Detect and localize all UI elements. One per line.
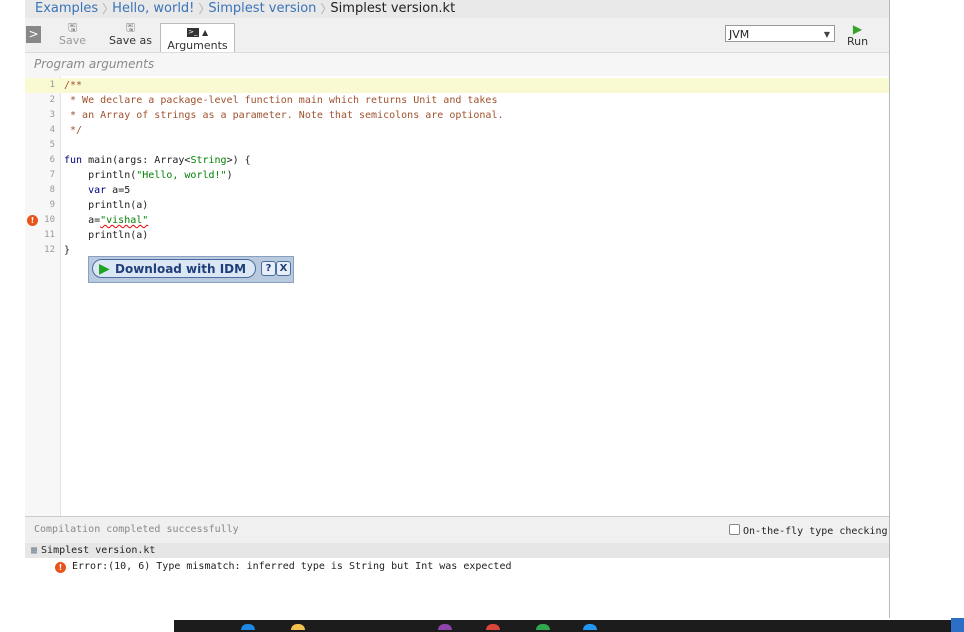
error-message: Error:(10, 6) Type mismatch: inferred ty… [72,561,512,572]
problems-file-name: Simplest version.kt [41,545,156,556]
code-text: println(a) [64,200,149,211]
idm-download-label: Download with IDM [115,262,247,276]
arguments-label: Arguments [167,39,228,52]
save-as-button[interactable]: 🖫 Save as [109,21,152,48]
code-line[interactable]: 9 println(a) [25,198,889,213]
floppy-plus-icon: 🖫 [125,21,136,34]
program-arguments-panel: Program arguments [25,52,889,77]
folder-icon[interactable] [291,624,305,630]
breadcrumb-simplest-version[interactable]: Simplest version [198,0,332,18]
code-line[interactable]: 7 println("Hello, world!") [25,168,889,183]
code-line[interactable]: 3 * an Array of strings as a parameter. … [25,108,889,123]
taskbar-app-icon[interactable] [241,624,255,630]
taskbar [0,618,964,632]
checkbox-icon[interactable] [729,524,740,535]
run-label: Run [847,35,869,48]
compilation-status: Compilation completed successfully [34,524,239,535]
taskbar-app-icon[interactable] [536,624,550,630]
play-icon: ▶ [852,22,863,36]
error-icon: ! [55,562,66,573]
code-text: * We declare a package-level function ma… [64,95,498,106]
platform-select[interactable]: JVM ▼ [725,25,835,42]
toolbar: > 🖫 Save 🖫 Save as >_ ▲ Arguments JVM ▼ … [25,18,889,53]
save-label: Save [59,34,87,47]
error-icon: ! [27,215,38,226]
platform-value: JVM [729,28,750,41]
code-line[interactable]: 11 println(a) [25,228,889,243]
code-line[interactable]: 6 fun main(args: Array<String>) { [25,153,889,168]
on-the-fly-checkbox[interactable]: On-the-fly type checking [729,524,888,537]
line-number: 6 [49,155,55,165]
on-the-fly-label: On-the-fly type checking [743,526,888,537]
taskbar-accent [951,618,964,632]
code-text: var a=5 [88,185,131,196]
save-as-label: Save as [109,34,152,47]
line-number: 5 [49,140,55,150]
idm-download-panel: ▶ Download with IDM ? X [88,256,294,283]
code-line[interactable]: 2 * We declare a package-level function … [25,93,889,108]
breadcrumb-current-file: Simplest version.kt [330,1,456,16]
breadcrumb-examples[interactable]: Examples [25,0,114,18]
code-text: * an Array of strings as a parameter. No… [64,110,504,121]
line-number: 4 [49,125,55,135]
line-number: 2 [49,95,55,105]
breadcrumb-hello-world[interactable]: Hello, world! [102,0,210,18]
line-number: 9 [49,200,55,210]
code-line[interactable]: 10! a="vishal" [25,213,889,228]
problems-file-header[interactable]: ▦ Simplest version.kt [25,543,889,558]
code-text: a="vishal" [64,215,149,226]
taskbar-app-icon[interactable] [438,624,452,630]
line-number: 12 [44,245,55,255]
line-number: 7 [49,170,55,180]
play-icon: ▶ [99,261,110,277]
program-arguments-input[interactable]: Program arguments [34,57,154,71]
floppy-icon: 🖫 [67,21,78,34]
idm-help-button[interactable]: ? [261,261,276,276]
caret-up-icon: ▲ [202,28,209,37]
code-editor[interactable]: 1 /** 2 * We declare a package-level funct… [25,76,889,516]
taskbar-app-icon[interactable] [486,624,500,630]
file-icon: ▦ [31,545,38,556]
toggle-sidebar-button[interactable]: > [26,26,41,43]
code-line[interactable]: 5 [25,138,889,153]
code-text: /** [64,80,83,91]
terminal-icon: >_ [186,27,199,37]
code-text: fun main(args: Array<String>) { [64,155,251,166]
idm-download-button[interactable]: ▶ Download with IDM [92,259,256,278]
editor-frame: ExamplesHello, world!Simplest versionSim… [25,0,890,632]
breadcrumb: ExamplesHello, world!Simplest versionSim… [25,0,889,18]
code-text: println("Hello, world!") [64,170,233,181]
idm-close-button[interactable]: X [276,261,291,276]
code-line[interactable]: 1 /** [25,78,889,93]
save-button[interactable]: 🖫 Save [59,21,87,48]
line-number: 3 [49,110,55,120]
code-line[interactable]: 8 var a=5 [25,183,889,198]
line-number: 11 [44,230,55,240]
run-button[interactable]: ▶ Run [847,23,868,48]
code-line[interactable]: 4 */ [25,123,889,138]
status-bar: Compilation completed successfully On-th… [25,516,889,544]
code-text: } [64,245,71,256]
line-number: 8 [49,185,55,195]
line-number: 1 [49,80,55,90]
code-text: */ [64,125,83,136]
taskbar-app-icon[interactable] [583,624,597,630]
error-message-row[interactable]: ! Error:(10, 6) Type mismatch: inferred t… [55,559,512,574]
code-text: println(a) [64,230,149,241]
problems-console: ▦ Simplest version.kt ! Error:(10, 6) Type… [25,543,889,620]
chevron-down-icon: ▼ [823,30,830,39]
arguments-tab[interactable]: >_ ▲ Arguments [160,23,235,53]
